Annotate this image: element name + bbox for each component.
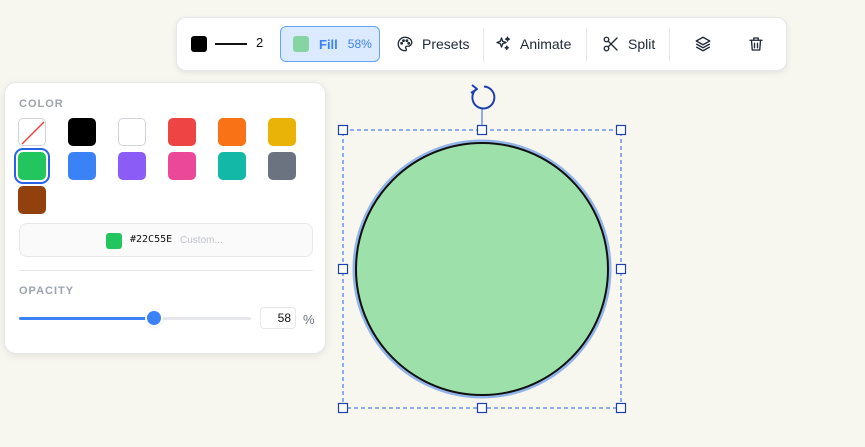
resize-handle-se[interactable] (615, 402, 627, 414)
rotate-handle-icon[interactable] (470, 84, 496, 110)
selected-circle-shape[interactable] (352, 139, 612, 399)
resize-handle-s[interactable] (476, 402, 488, 414)
resize-handle-n[interactable] (476, 124, 488, 136)
resize-handle-ne[interactable] (615, 124, 627, 136)
resize-handle-sw[interactable] (337, 402, 349, 414)
resize-handle-nw[interactable] (337, 124, 349, 136)
canvas (337, 84, 627, 414)
resize-handle-e[interactable] (615, 263, 627, 275)
resize-handle-w[interactable] (337, 263, 349, 275)
